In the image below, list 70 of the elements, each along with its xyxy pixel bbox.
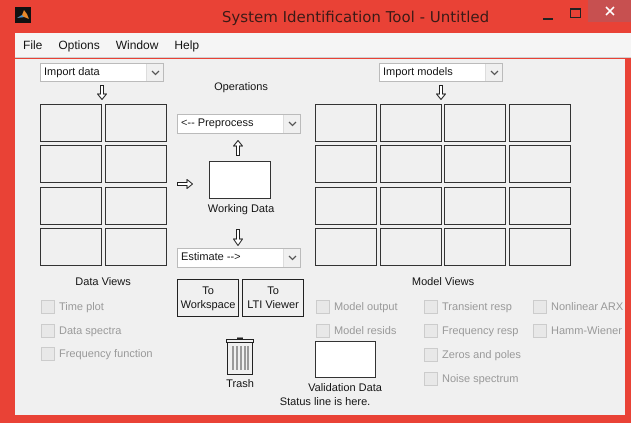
down-arrow-icon <box>97 85 107 100</box>
up-arrow-icon <box>233 140 243 156</box>
checkbox-label: Frequency resp <box>442 325 518 337</box>
preprocess-dropdown[interactable]: <-- Preprocess <box>177 114 301 134</box>
data-slot[interactable] <box>40 104 102 142</box>
minimize-icon[interactable] <box>543 17 553 20</box>
data-slot[interactable] <box>40 228 102 266</box>
working-data-label: Working Data <box>206 203 276 215</box>
model-slot[interactable] <box>509 145 572 184</box>
data-slot[interactable] <box>40 145 102 184</box>
model-slot[interactable] <box>444 145 506 184</box>
close-icon <box>604 6 614 16</box>
window-title: System Identification Tool - Untitled <box>220 8 490 26</box>
checkbox-label: Time plot <box>59 301 104 313</box>
estimate-dropdown[interactable]: Estimate --> <box>177 248 301 268</box>
down-arrow-icon <box>233 229 243 246</box>
model-slot[interactable] <box>444 228 506 266</box>
model-slot[interactable] <box>509 186 572 225</box>
model-slot[interactable] <box>315 145 377 184</box>
chevron-icon <box>283 249 300 267</box>
export-button[interactable]: To Workspace <box>177 279 239 317</box>
model-slot[interactable] <box>444 104 506 142</box>
model-slot[interactable] <box>380 186 442 225</box>
validation-data-slot[interactable] <box>315 341 376 378</box>
model-slot[interactable] <box>380 104 442 142</box>
working-data-slot[interactable] <box>209 161 271 199</box>
right-arrow-icon <box>177 179 193 189</box>
model-slot[interactable] <box>380 228 442 266</box>
checkbox-label: Hamm-Wiener <box>551 325 622 337</box>
model-slot[interactable] <box>380 145 442 184</box>
model-slot[interactable] <box>315 228 377 266</box>
status-line: Status line is here. <box>278 396 372 408</box>
chevron-icon <box>283 115 300 133</box>
checkbox-label: Zeros and poles <box>442 349 521 361</box>
menu-item[interactable]: Help <box>174 38 200 52</box>
close-button[interactable] <box>588 0 631 22</box>
data-slot[interactable] <box>40 186 102 225</box>
checkbox-label: Data spectra <box>59 324 122 336</box>
maximize-icon[interactable] <box>570 8 581 18</box>
model-slot[interactable] <box>509 104 572 142</box>
checkbox-label: Transient resp <box>442 301 512 313</box>
checkbox-label: Model resids <box>334 325 396 337</box>
data-views-label: Data Views <box>74 276 132 288</box>
checkbox-label: Noise spectrum <box>442 373 518 385</box>
chevron-icon <box>146 64 163 81</box>
import-models-dropdown[interactable]: Import models <box>379 63 503 82</box>
trash-can-icon[interactable] <box>226 337 254 376</box>
validation-data-label: Validation Data <box>307 382 383 394</box>
import-data-dropdown[interactable]: Import data <box>40 63 164 82</box>
operations-label: Operations <box>213 81 269 93</box>
checkbox-label: Nonlinear ARX <box>551 301 624 313</box>
app-logo-icon <box>15 7 31 23</box>
checkbox-label: Frequency function <box>59 348 153 360</box>
chevron-icon <box>485 64 502 81</box>
model-views-label: Model Views <box>410 276 476 288</box>
trash-label: Trash <box>225 378 255 390</box>
model-slot[interactable] <box>315 104 377 142</box>
checkbox-label: Model output <box>334 301 398 313</box>
data-slot[interactable] <box>105 186 167 225</box>
menu-item[interactable]: Window <box>116 38 158 52</box>
model-slot[interactable] <box>509 228 572 266</box>
export-button[interactable]: To LTI Viewer <box>242 279 304 317</box>
data-slot[interactable] <box>105 228 167 266</box>
data-slot[interactable] <box>105 104 167 142</box>
menu-item[interactable]: Options <box>58 38 100 52</box>
down-arrow-icon <box>436 85 446 100</box>
menu-item[interactable]: File <box>23 38 42 52</box>
model-slot[interactable] <box>444 186 506 225</box>
model-slot[interactable] <box>315 186 377 225</box>
data-slot[interactable] <box>105 145 167 184</box>
